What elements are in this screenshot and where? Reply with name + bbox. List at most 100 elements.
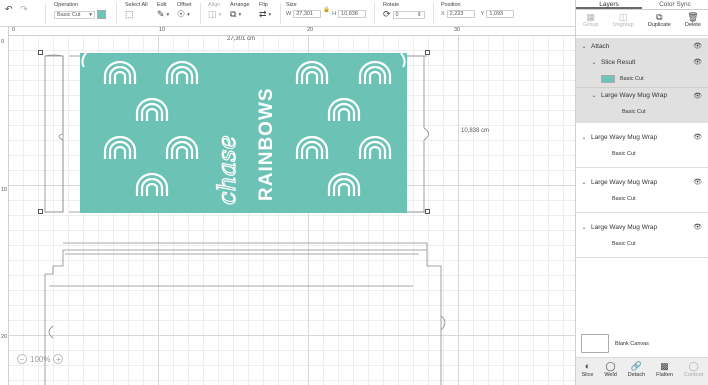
mug-wrap-design[interactable]: chase RAINBOWS (80, 52, 407, 213)
detach-button[interactable]: 🔗 Detach (627, 361, 646, 379)
weld-icon: ◯ (605, 361, 616, 371)
group-label: Group (583, 22, 599, 28)
align-icon[interactable]: ◫ (208, 10, 217, 19)
attach-wrap-sublayer[interactable]: Basic Cut (576, 103, 708, 120)
blank-canvas-row[interactable]: Blank Canvas (581, 334, 649, 353)
resize-handle-bottom-left[interactable] (38, 209, 43, 214)
sublayer-label: Basic Cut (612, 150, 636, 157)
detach-label: Detach (627, 372, 646, 378)
height-value: 10,838 (341, 11, 358, 17)
ungroup-button[interactable]: ◫ Ungroup (613, 13, 634, 35)
eye-icon[interactable]: 👁 (693, 223, 702, 231)
zoom-level: 100% (30, 354, 51, 364)
eye-icon[interactable]: 👁 (693, 92, 702, 100)
flatten-icon: ▩ (660, 361, 669, 371)
y-value: 1,093 (489, 11, 504, 17)
layer-group[interactable]: ⌄ Large Wavy Mug Wrap 👁 Basic Cut (576, 174, 708, 213)
flatten-label: Flatten (656, 372, 673, 378)
align-label: Align (208, 2, 221, 8)
attach-label: Attach (591, 42, 610, 50)
rotate-input[interactable]: 0 ⇕ (392, 10, 425, 19)
attach-group[interactable]: ⌄ Attach 👁 ⌄ Slice Result 👁 Basic Cut ⌄ … (576, 38, 708, 123)
wrap-label: Large Wavy Mug Wrap (601, 92, 668, 99)
eye-icon[interactable]: 👁 (693, 178, 702, 186)
eye-icon[interactable]: 👁 (693, 58, 702, 66)
sublayer-label: Basic Cut (612, 240, 636, 247)
chevron-down-icon[interactable]: ⌄ (580, 224, 588, 231)
layers-list: ⌄ Attach 👁 ⌄ Slice Result 👁 Basic Cut ⌄ … (576, 38, 708, 258)
layer-label: Large Wavy Mug Wrap (591, 178, 658, 186)
y-input[interactable]: 1,093 (486, 10, 515, 18)
chevron-down-icon[interactable]: ⌄ (580, 43, 588, 50)
group-button[interactable]: ▦ Group (583, 13, 598, 35)
offset-icon[interactable]: ☉ (177, 10, 185, 19)
chevron-down-icon[interactable]: ⌄ (590, 92, 598, 99)
resize-handle-top-right[interactable] (425, 50, 430, 55)
layer-row[interactable]: ⌄ Large Wavy Mug Wrap 👁 (576, 219, 708, 235)
flip-icon[interactable]: ⇄ (259, 10, 267, 19)
design-space-app: ↶ ↷ Operation Basic Cut ▾ Select All ⬚ E… (0, 0, 708, 385)
layer-label: Large Wavy Mug Wrap (591, 223, 658, 231)
tab-layers[interactable]: Layers (576, 0, 642, 9)
delete-button[interactable]: 🗑 Delete (685, 13, 701, 35)
color-swatch[interactable] (97, 10, 106, 19)
chevron-down-icon[interactable]: ⌄ (590, 59, 598, 66)
layer-sublayer[interactable]: Basic Cut (576, 145, 708, 162)
x-input[interactable]: 2,223 (446, 10, 475, 18)
layer-group[interactable]: ⌄ Large Wavy Mug Wrap 👁 Basic Cut (576, 129, 708, 168)
ruler-top-label: 10 (159, 27, 166, 33)
ungroup-label: Ungroup (612, 22, 634, 28)
select-all-icon[interactable]: ⬚ (125, 10, 134, 19)
lock-icon[interactable]: 🔒 (323, 7, 330, 13)
operation-select[interactable]: Basic Cut ▾ (54, 10, 95, 19)
contour-icon: ◯ (688, 361, 699, 371)
tab-color-sync[interactable]: Color Sync (642, 0, 708, 9)
rotate-icon[interactable]: ⟳ (383, 10, 391, 19)
chevron-down-icon[interactable]: ⌄ (580, 179, 588, 186)
layer-sublayer[interactable]: Basic Cut (576, 235, 708, 252)
blank-canvas-thumbnail[interactable] (581, 334, 609, 353)
design-canvas[interactable]: 27,301 cm 10,838 cm chase RAINBOWS − 100… (9, 36, 575, 385)
slice-result-sublayer[interactable]: Basic Cut (576, 70, 708, 87)
flatten-button[interactable]: ▩ Flatten (656, 361, 673, 379)
offset-group: Offset ☉ ▾ (177, 2, 192, 19)
eye-icon[interactable]: 👁 (693, 42, 702, 50)
zoom-in-button[interactable]: + (53, 354, 64, 364)
contour-button[interactable]: ◯ Contour (684, 361, 704, 379)
layer-group[interactable]: ⌄ Large Wavy Mug Wrap 👁 Basic Cut (576, 219, 708, 258)
layer-row[interactable]: ⌄ Large Wavy Mug Wrap 👁 (576, 129, 708, 145)
redo-icon[interactable]: ↷ (20, 4, 28, 14)
attach-wrap-row[interactable]: ⌄ Large Wavy Mug Wrap 👁 (576, 87, 708, 103)
layer-row[interactable]: ⌄ Large Wavy Mug Wrap 👁 (576, 174, 708, 190)
slice-result-row[interactable]: ⌄ Slice Result 👁 (576, 54, 708, 70)
weld-button[interactable]: ◯ Weld (604, 361, 617, 379)
slice-button[interactable]: ◐ Slice (581, 362, 593, 379)
duplicate-button[interactable]: ⧉ Duplicate (648, 13, 671, 35)
chevron-down-icon: ▾ (89, 11, 92, 18)
x-value: 2,223 (449, 11, 464, 17)
delete-label: Delete (685, 22, 701, 28)
arrange-icon[interactable]: ⧉ (230, 10, 236, 19)
ruler-left-label: 20 (1, 334, 8, 340)
blank-canvas-label: Blank Canvas (615, 340, 649, 347)
layer-sublayer[interactable]: Basic Cut (576, 190, 708, 207)
resize-handle-top-left[interactable] (38, 50, 43, 55)
width-input[interactable]: 27,301 (293, 10, 322, 18)
height-label: H (332, 11, 337, 17)
trash-icon: 🗑 (687, 12, 699, 22)
attach-row[interactable]: ⌄ Attach 👁 (576, 38, 708, 54)
duplicate-icon: ⧉ (656, 12, 663, 22)
resize-handle-bottom-right[interactable] (425, 209, 430, 214)
zoom-out-button[interactable]: − (17, 354, 27, 364)
chevron-down-icon[interactable]: ⌄ (580, 134, 588, 141)
design-script-text: chase (213, 135, 241, 205)
eye-icon[interactable]: 👁 (693, 133, 702, 141)
position-label: Position (441, 2, 461, 8)
height-input[interactable]: 10,838 (338, 10, 367, 18)
ruler-top: 0 10 20 30 (9, 27, 575, 36)
weld-label: Weld (604, 372, 617, 378)
detach-icon: 🔗 (630, 361, 643, 371)
rainbow-pattern: chase RAINBOWS (81, 52, 406, 206)
undo-icon[interactable]: ↶ (5, 4, 13, 14)
pencil-icon[interactable]: ✎ (157, 10, 165, 19)
